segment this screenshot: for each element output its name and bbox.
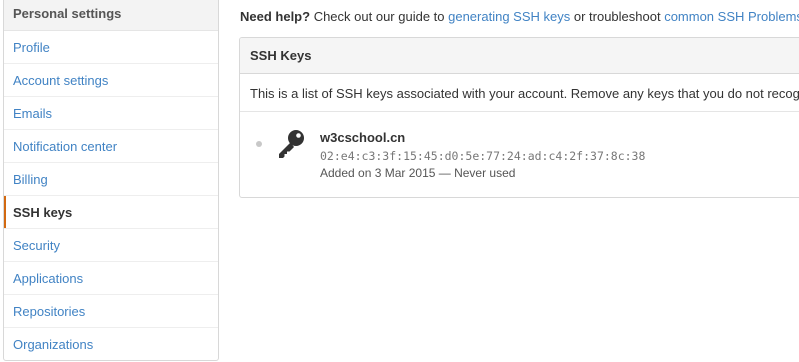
- sidebar-item-applications[interactable]: Applications: [4, 262, 218, 295]
- key-icon: [279, 130, 304, 158]
- help-text: Need help? Check out our guide to genera…: [240, 9, 799, 24]
- sidebar-item-notification-center[interactable]: Notification center: [4, 130, 218, 163]
- settings-page: Personal settings Profile Account settin…: [0, 0, 799, 362]
- sidebar-item-repositories[interactable]: Repositories: [4, 295, 218, 328]
- help-text-part1: Check out our guide to: [310, 9, 449, 24]
- sidebar-item-billing[interactable]: Billing: [4, 163, 218, 196]
- sidebar-header: Personal settings: [4, 0, 218, 31]
- sidebar-item-account-settings[interactable]: Account settings: [4, 64, 218, 97]
- key-status-dot: [256, 141, 262, 147]
- help-lead: Need help?: [240, 9, 311, 24]
- sidebar-item-ssh-keys[interactable]: SSH keys: [4, 196, 218, 229]
- sidebar-item-profile[interactable]: Profile: [4, 31, 218, 64]
- sidebar-item-emails[interactable]: Emails: [4, 97, 218, 130]
- key-title: w3cschool.cn: [320, 130, 406, 145]
- ssh-keys-panel: SSH Keys This is a list of SSH keys asso…: [239, 37, 799, 198]
- key-fingerprint: 02:e4:c3:3f:15:45:d0:5e:77:24:ad:c4:2f:3…: [320, 149, 646, 163]
- settings-sidebar: Personal settings Profile Account settin…: [3, 0, 219, 361]
- ssh-key-item: w3cschool.cn 02:e4:c3:3f:15:45:d0:5e:77:…: [240, 112, 799, 197]
- sidebar-item-security[interactable]: Security: [4, 229, 218, 262]
- ssh-keys-panel-title: SSH Keys: [240, 38, 799, 74]
- sidebar-item-organizations[interactable]: Organizations: [4, 328, 218, 360]
- ssh-keys-description: This is a list of SSH keys associated wi…: [240, 74, 799, 112]
- key-added-info: Added on 3 Mar 2015 — Never used: [320, 166, 516, 180]
- common-ssh-problems-link[interactable]: common SSH Problems: [664, 9, 799, 24]
- generating-ssh-keys-link[interactable]: generating SSH keys: [448, 9, 570, 24]
- help-text-part2: or troubleshoot: [570, 9, 665, 24]
